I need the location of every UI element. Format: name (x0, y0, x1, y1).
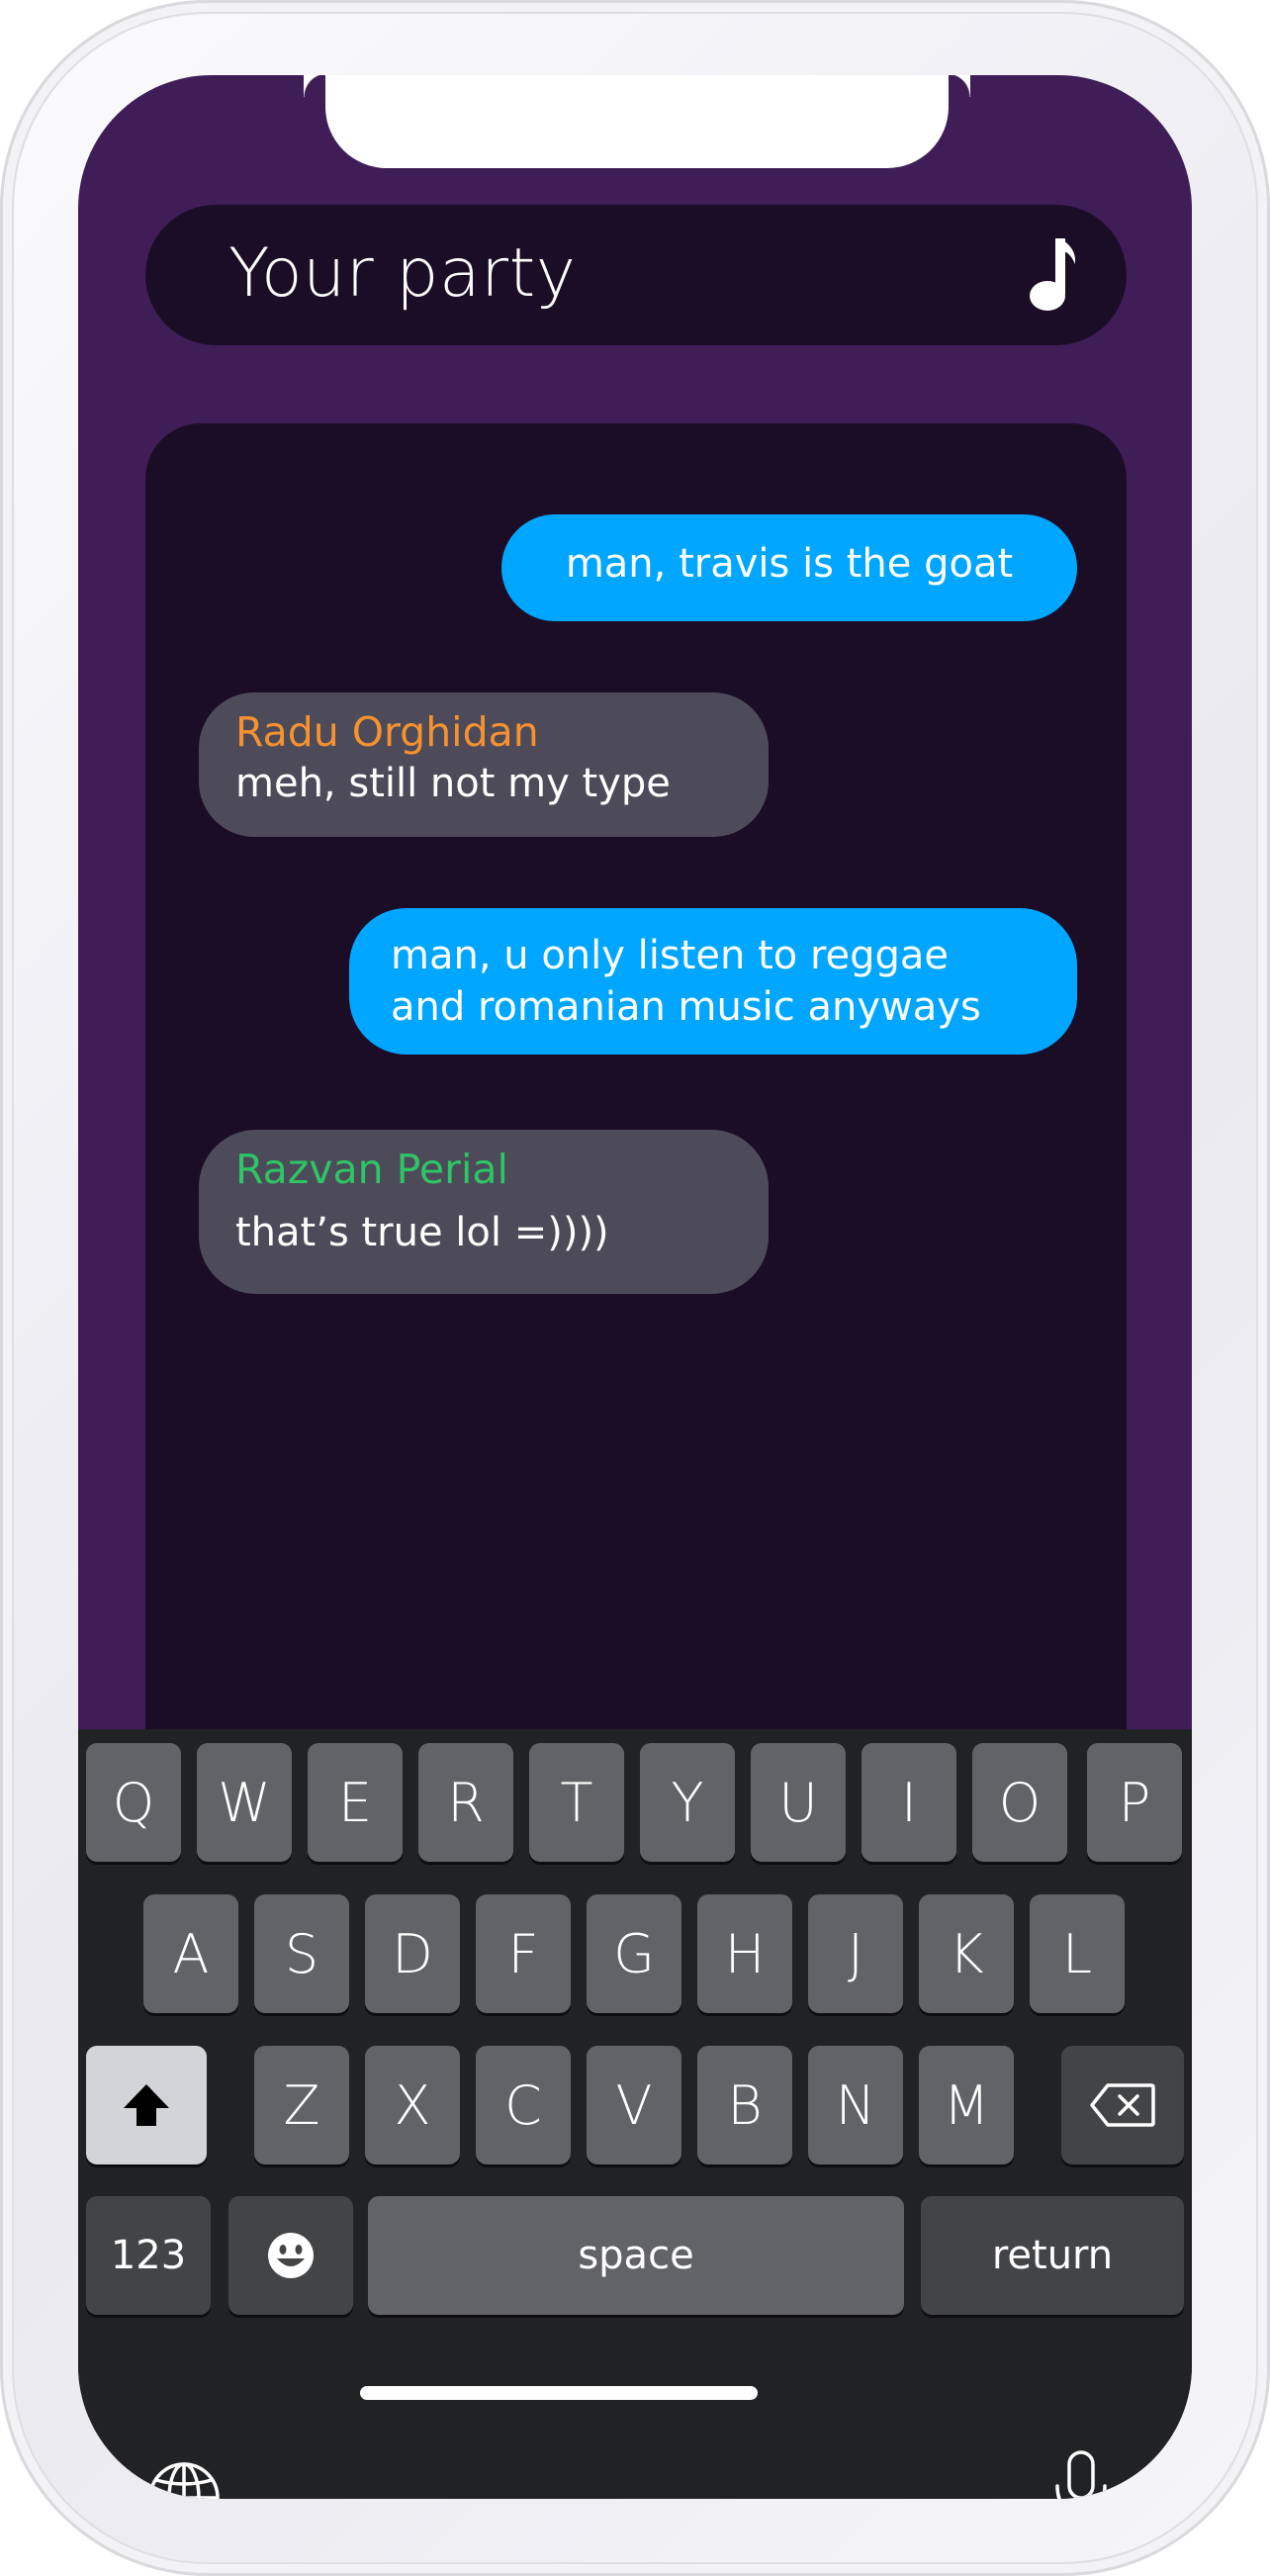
key-m[interactable]: M (919, 2046, 1014, 2164)
emoji-key[interactable] (228, 2196, 353, 2315)
key-q[interactable]: Q (86, 1743, 181, 1862)
message-bubble: man, travis is the goat (501, 514, 1077, 621)
phone-frame: Your party man, travis is the goat Radu … (0, 0, 1270, 2576)
sender-name: Radu Orghidan (235, 708, 539, 756)
key-f[interactable]: F (476, 1894, 571, 2013)
key-n[interactable]: N (808, 2046, 903, 2164)
key-k[interactable]: K (919, 1894, 1014, 2013)
key-v[interactable]: V (587, 2046, 681, 2164)
shift-key[interactable] (86, 2046, 207, 2164)
key-d[interactable]: D (365, 1894, 460, 2013)
message-bubble: Radu Orghidan meh, still not my type (199, 692, 769, 837)
numbers-key[interactable]: 123 (86, 2196, 211, 2315)
key-c[interactable]: C (476, 2046, 571, 2164)
message-text: meh, still not my type (235, 761, 671, 806)
key-e[interactable]: E (308, 1743, 403, 1862)
return-key[interactable]: return (921, 2196, 1184, 2315)
key-y[interactable]: Y (640, 1743, 735, 1862)
key-u[interactable]: U (751, 1743, 846, 1862)
microphone-icon[interactable] (1052, 2449, 1110, 2499)
key-p[interactable]: P (1087, 1743, 1182, 1862)
shift-icon (124, 2084, 169, 2126)
key-h[interactable]: H (697, 1894, 792, 2013)
page-title: Your party (228, 234, 577, 313)
backspace-icon (1090, 2083, 1155, 2127)
globe-icon[interactable] (147, 2461, 221, 2499)
message-bubble: Razvan Perial that’s true lol =)))) (199, 1130, 769, 1294)
music-note-icon[interactable] (1018, 236, 1077, 316)
sender-name: Razvan Perial (235, 1146, 508, 1193)
message-text: man, travis is the goat (565, 541, 1014, 587)
chat-panel: man, travis is the goat Radu Orghidan me… (145, 423, 1127, 1907)
key-r[interactable]: R (418, 1743, 513, 1862)
key-z[interactable]: Z (254, 2046, 349, 2164)
key-s[interactable]: S (254, 1894, 349, 2013)
key-i[interactable]: I (862, 1743, 956, 1862)
message-text: that’s true lol =)))) (235, 1210, 609, 1255)
key-o[interactable]: O (972, 1743, 1067, 1862)
key-b[interactable]: B (697, 2046, 792, 2164)
key-w[interactable]: W (197, 1743, 292, 1862)
key-t[interactable]: T (529, 1743, 624, 1862)
message-text: man, u only listen to reggae and romania… (391, 933, 981, 1030)
home-indicator (360, 2386, 758, 2400)
key-g[interactable]: G (587, 1894, 681, 2013)
key-l[interactable]: L (1030, 1894, 1125, 2013)
key-j[interactable]: J (808, 1894, 903, 2013)
key-x[interactable]: X (365, 2046, 460, 2164)
keyboard: Q W E R T Y U I O P A S D F G H J K L Z … (78, 1729, 1192, 2499)
emoji-icon (268, 2233, 314, 2278)
party-header: Your party (145, 205, 1127, 345)
app-screen: Your party man, travis is the goat Radu … (78, 75, 1192, 2499)
space-key[interactable]: space (368, 2196, 904, 2315)
message-bubble: man, u only listen to reggae and romania… (349, 908, 1077, 1055)
backspace-key[interactable] (1061, 2046, 1184, 2164)
key-a[interactable]: A (143, 1894, 238, 2013)
notch (325, 75, 970, 168)
